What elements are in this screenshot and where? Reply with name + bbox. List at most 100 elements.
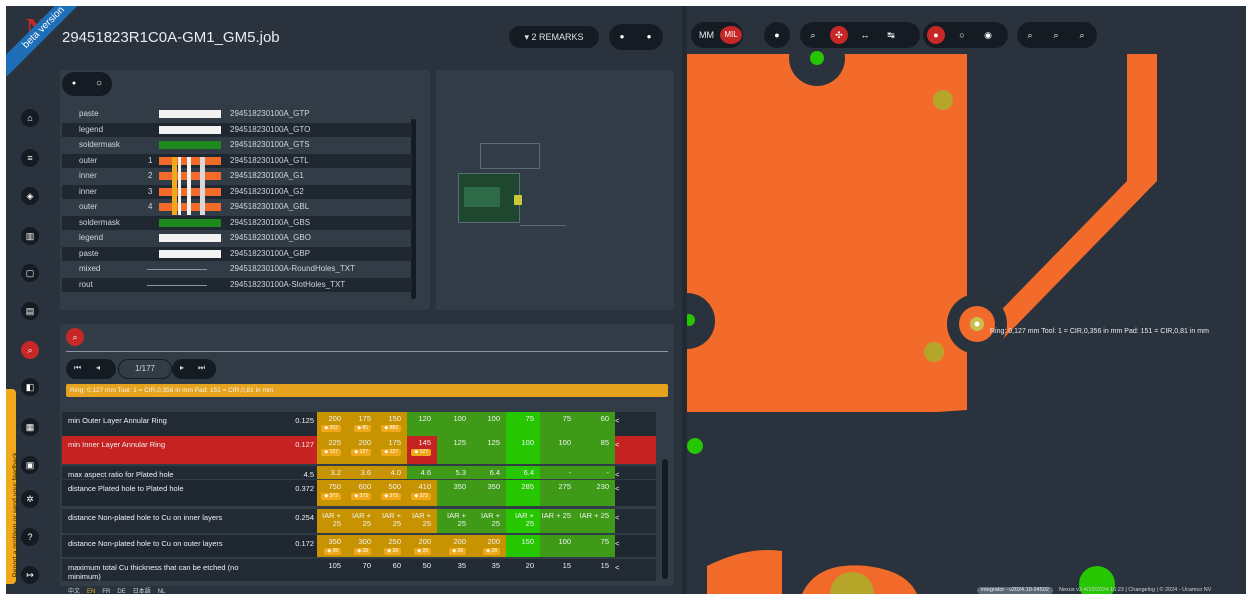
violation-badge[interactable]: ◆ 372 (321, 493, 341, 500)
table-cell[interactable]: 150 (506, 535, 540, 557)
unit-mm-button[interactable]: MM (699, 30, 714, 40)
table-cell[interactable]: 100 (540, 535, 577, 557)
layer-row[interactable]: inner 3 294518230100A_G2 (62, 184, 412, 199)
language-option[interactable]: EN (87, 589, 95, 594)
table-cell[interactable]: 6.4 (506, 466, 540, 479)
layer-row[interactable]: soldermask 294518230100A_GBS (62, 215, 412, 230)
prev-page-icon[interactable]: ◂ (96, 363, 100, 372)
table-cell[interactable]: IAR + 25 (577, 509, 615, 533)
violation-badge[interactable]: ◆ 372 (381, 493, 401, 500)
panel-icon[interactable]: ▢ (21, 264, 39, 282)
table-cell[interactable]: 35 (472, 559, 506, 581)
language-option[interactable]: DE (117, 589, 125, 594)
layer-row[interactable]: outer 4 294518230100A_GBL (62, 200, 412, 214)
search-icon[interactable]: ⌕ (21, 341, 39, 359)
table-cell[interactable]: 100 (472, 412, 506, 436)
table-cell[interactable]: 125 (437, 436, 472, 464)
table-cell[interactable]: 85 (577, 436, 615, 464)
table-row[interactable]: min Outer Layer Annular Ring 0.125 200 ◆ 20… (62, 412, 656, 436)
table-cell[interactable]: 3.2 (317, 466, 347, 479)
chevron-left-icon[interactable]: < (615, 563, 619, 572)
table-row[interactable]: distance Plated hole to Plated hole 0.372… (62, 480, 656, 506)
table-cell[interactable]: 5.3 (437, 466, 472, 479)
crosshair-icon[interactable]: ✣ (830, 26, 848, 44)
violation-badge[interactable]: ◆ 127 (321, 449, 341, 456)
package-icon[interactable]: ◧ (21, 378, 39, 396)
violation-badge[interactable]: ◆ 127 (351, 449, 371, 456)
table-cell[interactable]: 75 (506, 412, 540, 436)
layers-icon[interactable]: ◈ (21, 187, 39, 205)
chevron-left-icon[interactable]: < (615, 440, 619, 449)
violation-badge[interactable]: ◆ 372 (411, 493, 431, 500)
layer-row[interactable]: legend 294518230100A_GBO (62, 231, 412, 245)
table-cell[interactable]: 4.0 (377, 466, 407, 479)
table-cell[interactable]: 350 (437, 480, 472, 506)
table-cell[interactable]: 250 ◆ 28 (377, 535, 407, 557)
violation-badge[interactable]: ◆ 28 (449, 548, 466, 555)
record-icon[interactable]: ● (927, 26, 945, 44)
table-cell[interactable]: 230 (577, 480, 615, 506)
home-icon[interactable]: ⌂ (21, 109, 39, 127)
board-thumbnail[interactable] (458, 143, 566, 233)
table-cell[interactable]: 100 (506, 436, 540, 464)
table-cell[interactable]: IAR + 25 (472, 509, 506, 533)
layer-row[interactable]: paste 294518230100A_GTP (62, 107, 412, 121)
table-cell[interactable]: - (577, 466, 615, 479)
stack-icon[interactable]: ▥ (21, 227, 39, 245)
table-cell[interactable]: 20 (506, 559, 540, 581)
list-icon[interactable]: ≡ (21, 149, 39, 167)
violation-badge[interactable]: ◆ 127 (411, 449, 431, 456)
chevron-left-icon[interactable]: < (615, 539, 619, 548)
target-icon[interactable]: ◉ (979, 26, 997, 44)
layer-row[interactable]: soldermask 294518230100A_GTS (62, 138, 412, 152)
table-cell[interactable]: 225 ◆ 127 (317, 436, 347, 464)
table-cell[interactable]: 275 (540, 480, 577, 506)
violation-badge[interactable]: ◆ 202 (321, 425, 341, 432)
violation-badge[interactable]: ◆ 372 (351, 493, 371, 500)
language-option[interactable]: FR (102, 589, 110, 594)
chevron-left-icon[interactable]: < (615, 416, 619, 425)
chevron-left-icon[interactable]: < (615, 513, 619, 522)
table-cell[interactable]: 200 ◆ 28 (437, 535, 472, 557)
violation-badge[interactable]: ◆ 28 (384, 548, 401, 555)
table-cell[interactable]: 285 (506, 480, 540, 506)
table-cell[interactable]: 50 (407, 559, 437, 581)
table-cell[interactable]: 500 ◆ 372 (377, 480, 407, 506)
table-cell[interactable]: 300 ◆ 28 (347, 535, 377, 557)
violation-badge[interactable]: ◆ 127 (381, 449, 401, 456)
table-row[interactable]: min Inner Layer Annular Ring 0.127 225 ◆ 12… (62, 436, 656, 464)
eye-off-icon[interactable]: ○ (90, 75, 108, 93)
table-icon[interactable]: ▦ (21, 418, 39, 436)
first-page-icon[interactable]: ⏮ (74, 363, 81, 373)
language-option[interactable]: 日本語 (133, 589, 151, 594)
table-cell[interactable]: 150 ◆ 883 (377, 412, 407, 436)
violation-badge[interactable]: ◆ 85 (354, 425, 371, 432)
table-row[interactable]: distance Non-plated hole to Cu on outer … (62, 535, 656, 557)
zoom-in-icon[interactable]: ⌕ (1021, 26, 1039, 44)
zoom-fit-icon[interactable]: ⌕ (1073, 26, 1091, 44)
table-cell[interactable]: 15 (540, 559, 577, 581)
measure-icon[interactable]: ↔ (856, 26, 874, 44)
table-cell[interactable]: 750 ◆ 372 (317, 480, 347, 506)
layer-row[interactable]: paste 294518230100A_GBP (62, 246, 412, 261)
violation-badge[interactable]: ◆ 28 (354, 548, 371, 555)
table-cell[interactable]: 350 (472, 480, 506, 506)
table-cell[interactable]: 125 (472, 436, 506, 464)
chart-icon[interactable]: ▤ (21, 302, 39, 320)
table-cell[interactable]: IAR + 25 (540, 509, 577, 533)
table-cell[interactable]: 70 (347, 559, 377, 581)
search-rules-icon[interactable]: ⌕ (66, 328, 84, 346)
pcb-canvas[interactable] (687, 6, 1246, 594)
table-cell[interactable]: 350 ◆ 28 (317, 535, 347, 557)
language-option[interactable]: 中文 (68, 589, 80, 594)
violation-badge[interactable]: ◆ 28 (414, 548, 431, 555)
settings-icon[interactable]: ● (640, 28, 658, 46)
violation-badge[interactable]: ◆ 28 (324, 548, 341, 555)
layer-row[interactable]: legend 294518230100A_GTO (62, 122, 412, 137)
table-cell[interactable]: 410 ◆ 372 (407, 480, 437, 506)
table-cell[interactable]: 75 (540, 412, 577, 436)
table-cell[interactable]: 3.6 (347, 466, 377, 479)
table-cell[interactable]: 4.6 (407, 466, 437, 479)
table-cell[interactable]: 15 (577, 559, 615, 581)
table-row[interactable]: max aspect ratio for Plated hole 4.5 3.2 3.… (62, 466, 656, 479)
